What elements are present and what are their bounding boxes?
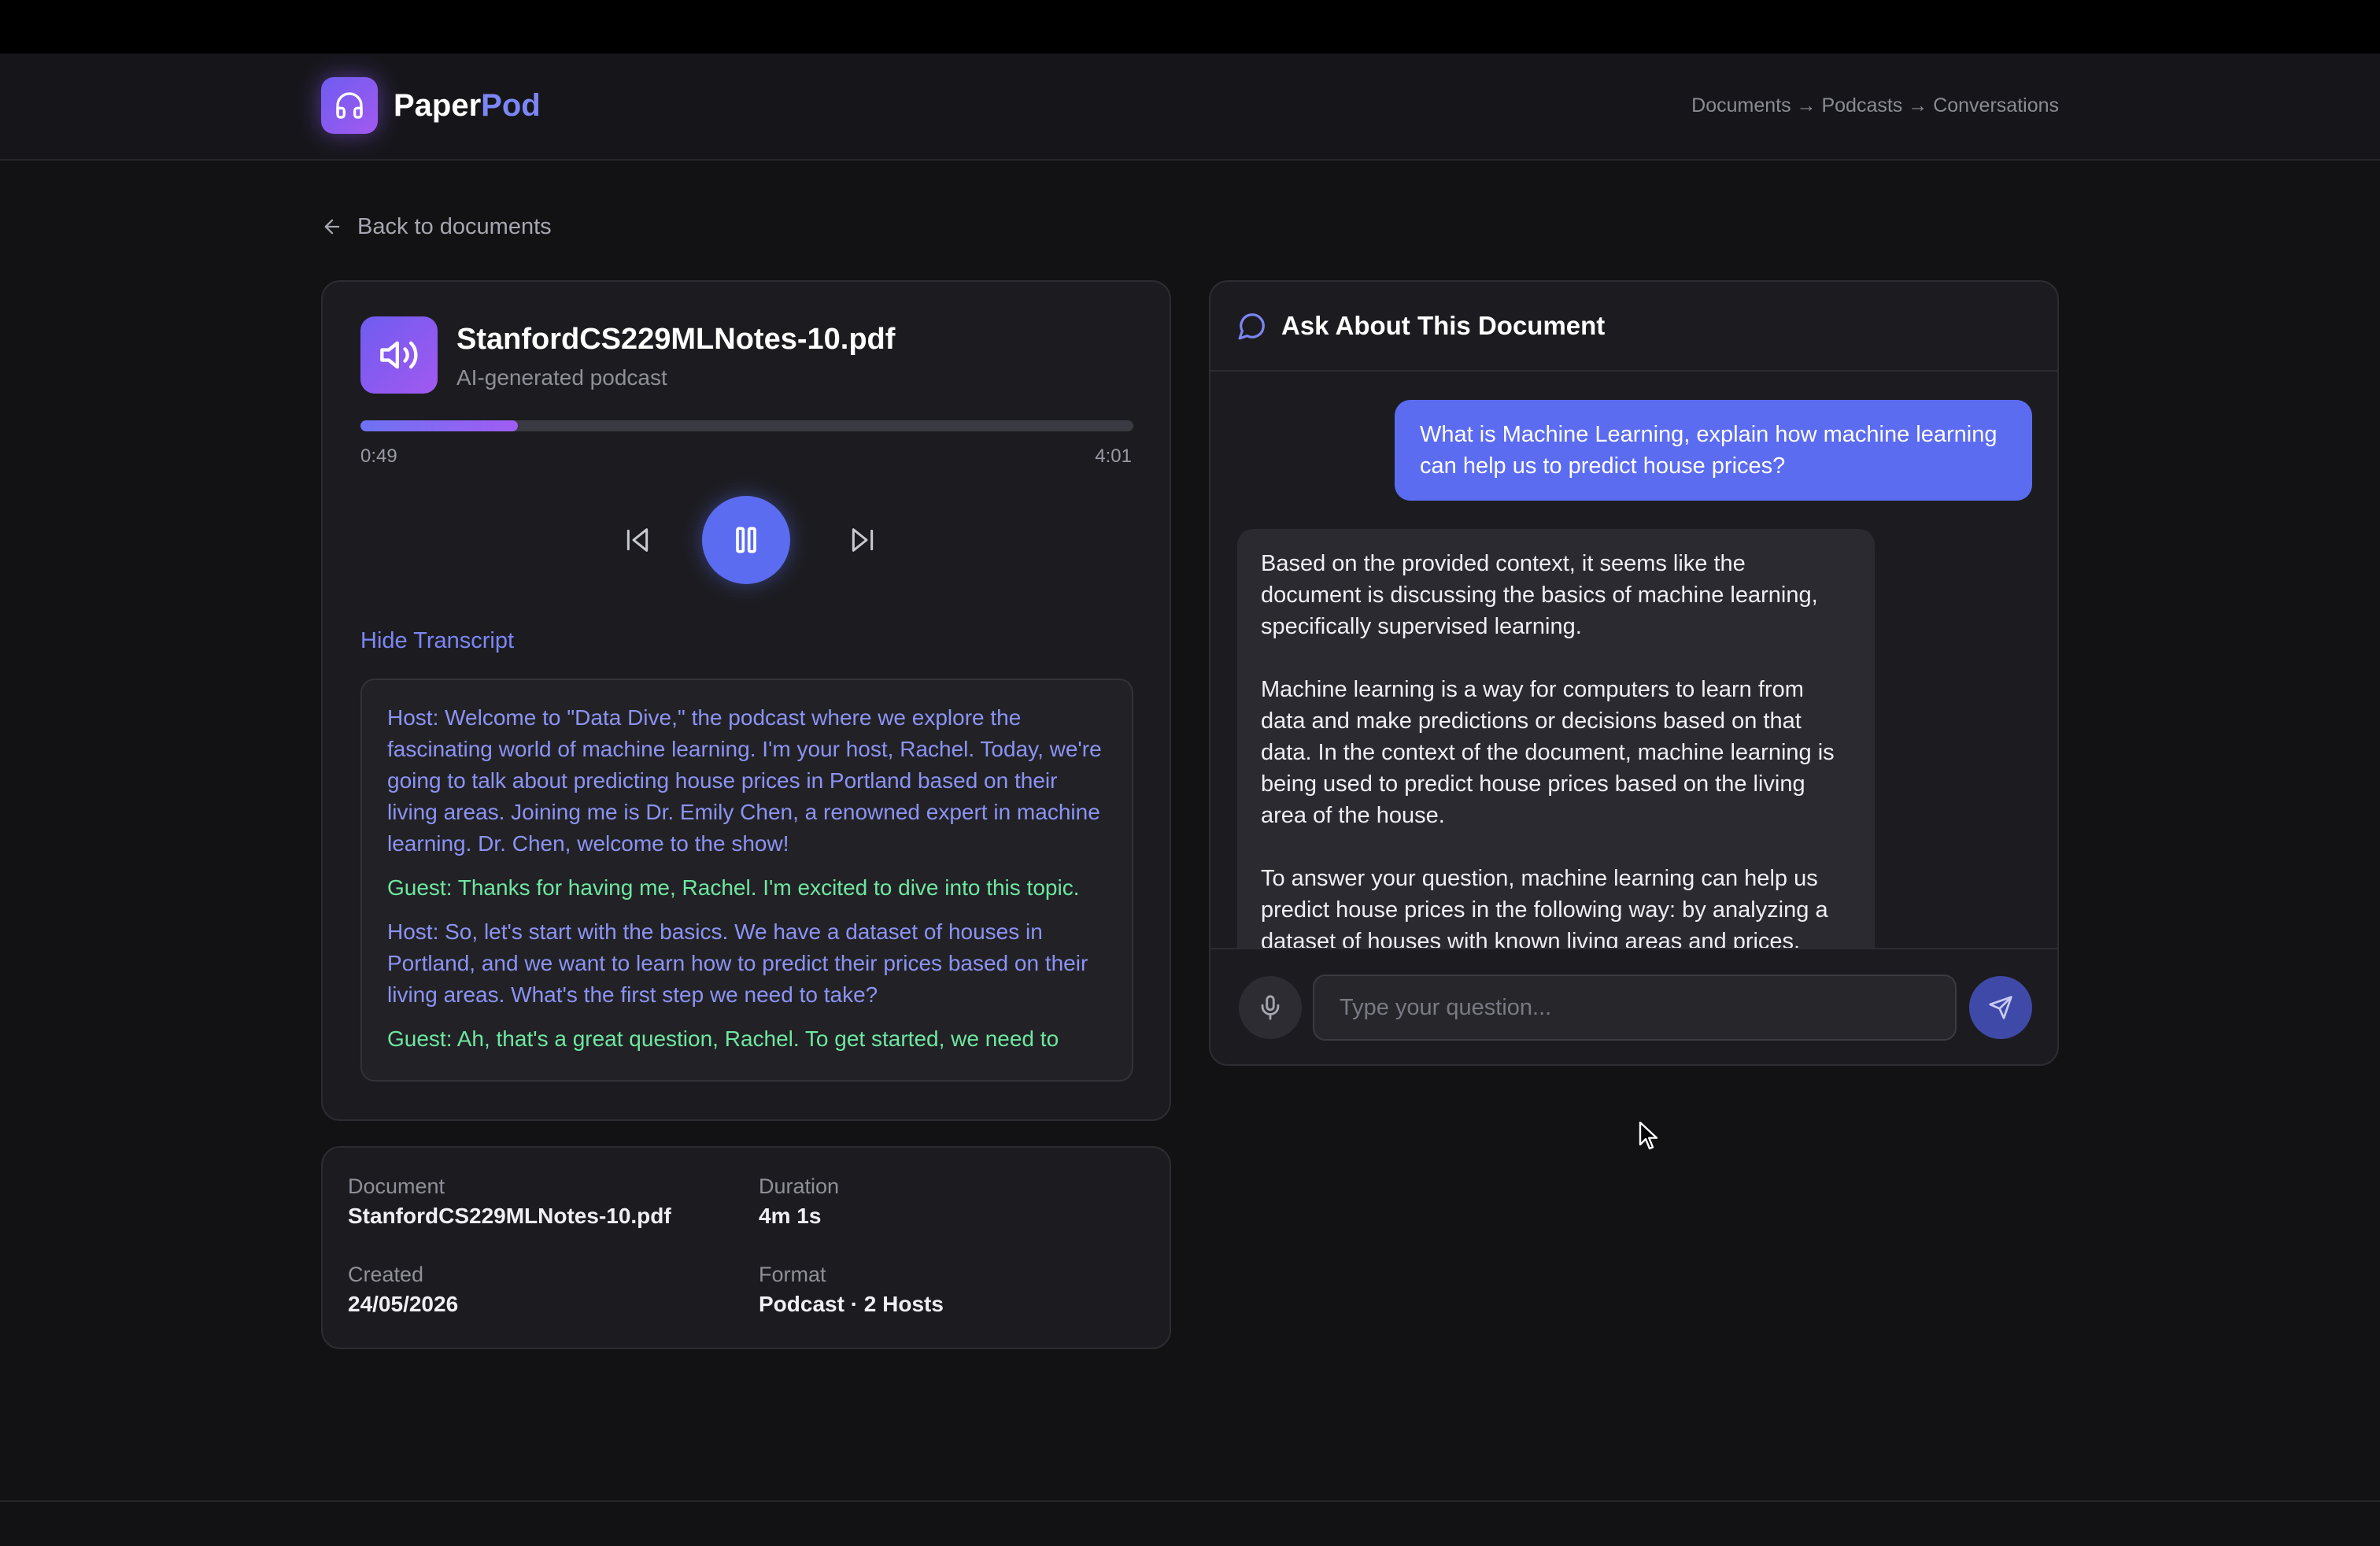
progress-bar[interactable] xyxy=(360,420,1133,431)
transcript-line-host: Host: Welcome to "Data Dive," the podcas… xyxy=(387,705,1102,856)
info-duration-value: 4m 1s xyxy=(759,1204,822,1228)
info-duration-label: Duration xyxy=(759,1174,840,1198)
document-chat-card: Ask About This Document What is Machine … xyxy=(1209,280,2059,1066)
info-duration: Duration 4m 1s xyxy=(759,1174,839,1229)
user-message: What is Machine Learning, explain how ma… xyxy=(1395,400,2032,501)
breadcrumb: Documents → Podcasts → Conversations xyxy=(1691,94,2059,117)
info-format-value: Podcast · 2 Hosts xyxy=(759,1292,944,1316)
send-icon xyxy=(1989,996,2012,1019)
pause-button[interactable] xyxy=(702,496,790,584)
chat-messages[interactable]: What is Machine Learning, explain how ma… xyxy=(1210,373,2057,948)
info-format: Format Podcast · 2 Hosts xyxy=(759,1263,944,1317)
chat-title: Ask About This Document xyxy=(1281,311,1606,340)
assistant-message: Based on the provided context, it seems … xyxy=(1237,529,1875,948)
send-button[interactable] xyxy=(1969,976,2032,1039)
podcast-file-title: StanfordCS229MLNotes-10.pdf xyxy=(456,323,896,356)
chat-header: Ask About This Document xyxy=(1210,282,2057,372)
skip-forward-button[interactable] xyxy=(839,516,886,564)
logo-badge[interactable] xyxy=(321,77,378,134)
info-document-value: StanfordCS229MLNotes-10.pdf xyxy=(348,1204,671,1228)
brand-name[interactable]: Paper Pod xyxy=(394,85,541,126)
back-to-documents-link[interactable]: Back to documents xyxy=(321,211,552,242)
speaker-badge xyxy=(360,316,438,394)
chat-input-bar xyxy=(1210,948,2057,1064)
assistant-paragraph: To answer your question, machine learnin… xyxy=(1261,866,1828,948)
progress-fill xyxy=(360,420,518,431)
skip-back-icon xyxy=(626,528,649,552)
info-created: Created 24/05/2026 xyxy=(348,1263,458,1317)
question-input[interactable] xyxy=(1313,975,1957,1041)
pause-icon xyxy=(736,527,756,553)
total-time: 4:01 xyxy=(1095,446,1132,467)
hide-transcript-button[interactable]: Hide Transcript xyxy=(360,628,514,654)
transcript-line-guest: Guest: Ah, that's a great question, Rach… xyxy=(387,1026,1059,1051)
skip-back-button[interactable] xyxy=(614,516,661,564)
speaker-icon xyxy=(380,341,418,369)
info-document: Document StanfordCS229MLNotes-10.pdf xyxy=(348,1174,671,1229)
podcast-info-card: Document StanfordCS229MLNotes-10.pdf Dur… xyxy=(321,1146,1171,1349)
info-created-label: Created xyxy=(348,1263,424,1286)
headphones-icon xyxy=(336,92,363,119)
brand-name-part1: Paper xyxy=(394,88,482,123)
microphone-button[interactable] xyxy=(1239,976,1302,1039)
podcast-player-card: StanfordCS229MLNotes-10.pdf AI-generated… xyxy=(321,280,1171,1121)
chat-bubble-icon xyxy=(1238,313,1265,340)
footer-divider xyxy=(0,1500,2380,1502)
browser-top-strip xyxy=(0,0,2380,54)
transcript-panel[interactable]: Host: Welcome to "Data Dive," the podcas… xyxy=(360,679,1133,1082)
current-time: 0:49 xyxy=(360,446,397,467)
transcript-line-host: Host: So, let's start with the basics. W… xyxy=(387,919,1088,1007)
info-format-label: Format xyxy=(759,1263,826,1286)
podcast-subtitle: AI-generated podcast xyxy=(456,365,667,390)
info-created-value: 24/05/2026 xyxy=(348,1292,459,1316)
info-document-label: Document xyxy=(348,1174,445,1198)
arrow-left-icon xyxy=(324,219,340,235)
skip-forward-icon xyxy=(852,528,874,552)
assistant-paragraph: Based on the provided context, it seems … xyxy=(1261,551,1818,639)
back-link-label: Back to documents xyxy=(357,213,552,239)
mouse-cursor-icon xyxy=(1639,1121,1658,1150)
brand-name-part2: Pod xyxy=(481,88,541,123)
app-header: Paper Pod Documents → Podcasts → Conversa… xyxy=(0,54,2380,161)
microphone-icon xyxy=(1261,995,1280,1020)
assistant-paragraph: Machine learning is a way for computers … xyxy=(1261,677,1835,828)
transcript-line-guest: Guest: Thanks for having me, Rachel. I'm… xyxy=(387,875,1080,900)
